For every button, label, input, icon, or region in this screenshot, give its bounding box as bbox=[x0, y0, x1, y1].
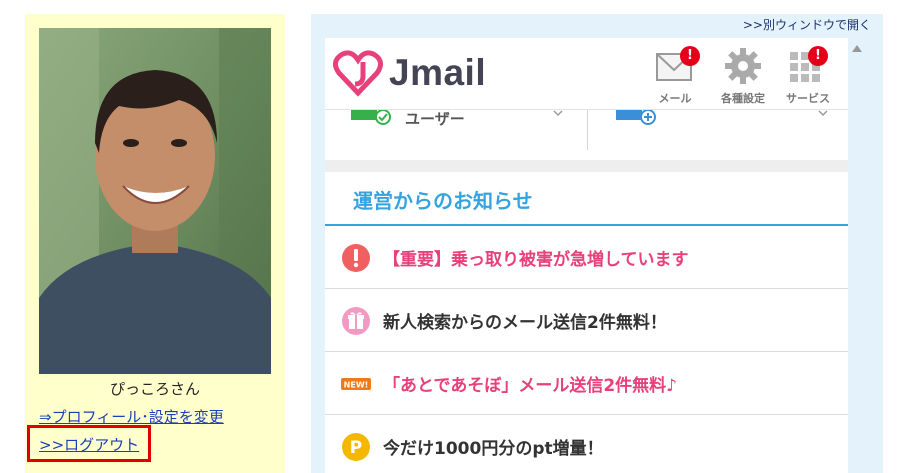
logo-text: Jmail bbox=[389, 52, 487, 93]
profile-settings-link[interactable]: ⇒プロフィール･設定を変更 bbox=[39, 406, 224, 427]
chevron-down-icon bbox=[553, 110, 563, 117]
profile-name: ぴっころさん bbox=[109, 380, 200, 398]
alert-icon bbox=[342, 244, 370, 272]
logout-link[interactable]: >>ログアウト bbox=[39, 434, 139, 455]
point-icon-text: P bbox=[350, 438, 362, 458]
news-item-text: 今だけ1000円分のpt増量！ bbox=[383, 439, 604, 459]
settings-button[interactable]: 各種設定 bbox=[715, 46, 771, 106]
page: ぴっころさん ⇒プロフィール･設定を変更 >>ログアウト >>別ウィンドウで開く… bbox=[0, 0, 900, 473]
mail-label: メール bbox=[658, 92, 692, 105]
news-section-title: 運営からのお知らせ bbox=[353, 189, 533, 213]
jmail-heart-icon bbox=[333, 50, 383, 97]
jmail-panel: >>別ウィンドウで開く Jmail ! メール 各種設定 ! サービス ユーザー… bbox=[311, 14, 883, 473]
profile-panel: ぴっころさん ⇒プロフィール･設定を変更 >>ログアウト bbox=[25, 14, 285, 473]
gift-icon bbox=[342, 307, 370, 335]
chevron-down-icon bbox=[818, 110, 828, 117]
jmail-header: Jmail ! メール 各種設定 ! サービス bbox=[325, 38, 848, 110]
new-badge-text: NEW! bbox=[344, 381, 369, 390]
new-icon: NEW! bbox=[341, 378, 371, 390]
avatar[interactable] bbox=[39, 28, 271, 374]
news-item-point-bonus[interactable]: P 今だけ1000円分のpt増量！ bbox=[325, 416, 848, 473]
mail-notification-badge: ! bbox=[680, 46, 700, 66]
tab-user[interactable]: ユーザー bbox=[325, 110, 587, 152]
services-label: サービス bbox=[786, 92, 830, 105]
jmail-frame: Jmail ! メール 各種設定 ! サービス ユーザー 運営からのお知らせ 【… bbox=[325, 38, 848, 473]
avatar-photo bbox=[39, 28, 271, 374]
point-icon: P bbox=[342, 433, 370, 461]
gear-icon bbox=[725, 48, 761, 84]
services-notification-badge: ! bbox=[808, 46, 828, 66]
mail-button[interactable]: ! メール bbox=[647, 46, 703, 106]
news-item-text: 新人検索からのメール送信2件無料！ bbox=[383, 313, 667, 333]
news-item-text: 【重要】乗っ取り被害が急増しています bbox=[383, 250, 689, 270]
tab-user-label: ユーザー bbox=[405, 110, 465, 128]
tabs-separator bbox=[325, 160, 848, 172]
user-check-icon bbox=[351, 110, 391, 125]
news-item-free-mail[interactable]: 新人検索からのメール送信2件無料！ bbox=[325, 290, 848, 352]
user-tabs: ユーザー bbox=[325, 110, 848, 160]
jmail-logo[interactable]: Jmail bbox=[333, 48, 513, 98]
settings-label: 各種設定 bbox=[721, 92, 765, 105]
open-new-window-link[interactable]: >>別ウィンドウで開く bbox=[743, 16, 871, 33]
services-button[interactable]: ! サービス bbox=[780, 46, 836, 106]
news-item-text: 「あとであそぼ」メール送信2件無料♪ bbox=[383, 376, 677, 396]
tab-add-user[interactable] bbox=[588, 110, 848, 152]
user-add-icon bbox=[616, 110, 656, 125]
news-item-play-later[interactable]: NEW! 「あとであそぼ」メール送信2件無料♪ bbox=[325, 353, 848, 415]
news-item-security-alert[interactable]: 【重要】乗っ取り被害が急増しています bbox=[325, 227, 848, 289]
scroll-up-icon[interactable] bbox=[851, 43, 863, 53]
news-section-header: 運営からのお知らせ bbox=[325, 172, 848, 226]
